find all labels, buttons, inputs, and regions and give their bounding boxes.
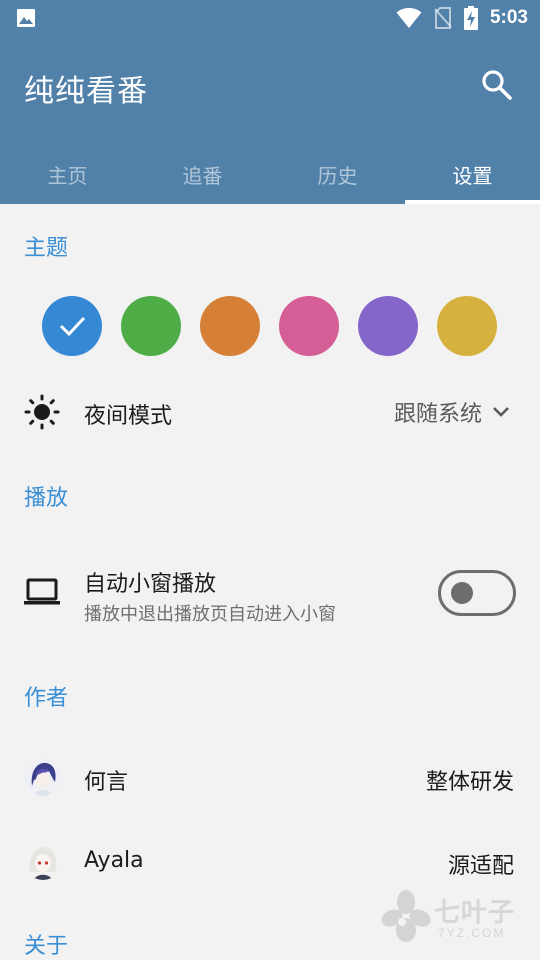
- status-time: 5:03: [489, 7, 528, 28]
- status-bar: 5:03: [0, 0, 540, 36]
- chevron-down-icon: [493, 407, 509, 417]
- toggle-knob: [451, 582, 473, 604]
- theme-color-picker: [42, 296, 497, 356]
- theme-color-orange[interactable]: [200, 296, 260, 356]
- brightness-icon: [24, 394, 60, 430]
- leaf-logo-icon: [381, 890, 431, 942]
- tab-settings[interactable]: 设置: [405, 144, 540, 204]
- author-item[interactable]: Ayala 源适配: [0, 842, 540, 882]
- watermark-text: 七叶子: [434, 898, 516, 928]
- gallery-icon: [17, 9, 35, 27]
- auto-pip-toggle[interactable]: [438, 570, 516, 616]
- night-mode-row[interactable]: 夜间模式 跟随系统: [0, 392, 540, 432]
- tab-indicator: [405, 200, 540, 204]
- tab-label: 追番: [182, 163, 223, 188]
- laptop-icon: [24, 578, 60, 605]
- theme-color-yellow[interactable]: [437, 296, 497, 356]
- author-name: Ayala: [84, 848, 144, 873]
- section-header-theme: 主题: [24, 236, 69, 261]
- tab-label: 主页: [47, 163, 88, 188]
- author-role: 整体研发: [425, 770, 514, 795]
- theme-color-pink[interactable]: [279, 296, 339, 356]
- auto-pip-description: 播放中退出播放页自动进入小窗: [84, 604, 336, 625]
- section-header-about: 关于: [24, 934, 69, 959]
- tab-home[interactable]: 主页: [0, 144, 135, 204]
- auto-pip-row[interactable]: 自动小窗播放 播放中退出播放页自动进入小窗: [0, 560, 540, 632]
- tab-follow[interactable]: 追番: [135, 144, 270, 204]
- tab-label: 历史: [317, 163, 358, 188]
- auto-pip-label: 自动小窗播放: [84, 572, 217, 597]
- watermark-logo: 七叶子 7YZ.COM: [380, 888, 526, 946]
- section-header-authors: 作者: [24, 686, 69, 711]
- night-mode-label: 夜间模式: [84, 404, 173, 429]
- night-mode-value: 跟随系统: [393, 402, 482, 427]
- theme-color-green[interactable]: [121, 296, 181, 356]
- theme-color-purple[interactable]: [358, 296, 418, 356]
- author-name: 何言: [84, 770, 129, 795]
- watermark-domain: 7YZ.COM: [438, 926, 506, 940]
- tab-history[interactable]: 历史: [270, 144, 405, 204]
- app-bar: 纯纯看番 主页 追番 历史 设置: [0, 36, 540, 204]
- author-role: 源适配: [447, 854, 514, 879]
- tab-bar: 主页 追番 历史 设置: [0, 144, 540, 204]
- app-title: 纯纯看番: [24, 74, 148, 109]
- search-icon[interactable]: [480, 68, 514, 102]
- check-icon: [59, 316, 86, 337]
- avatar: [24, 842, 62, 880]
- avatar: [24, 758, 62, 796]
- no-sim-icon: [434, 7, 452, 29]
- night-mode-select[interactable]: 跟随系统: [394, 396, 510, 428]
- wifi-icon: [396, 8, 422, 28]
- author-item[interactable]: 何言 整体研发: [0, 758, 540, 798]
- tab-label: 设置: [452, 163, 493, 188]
- section-header-playback: 播放: [24, 486, 69, 511]
- theme-color-blue[interactable]: [42, 296, 102, 356]
- battery-charging-icon: [463, 6, 478, 30]
